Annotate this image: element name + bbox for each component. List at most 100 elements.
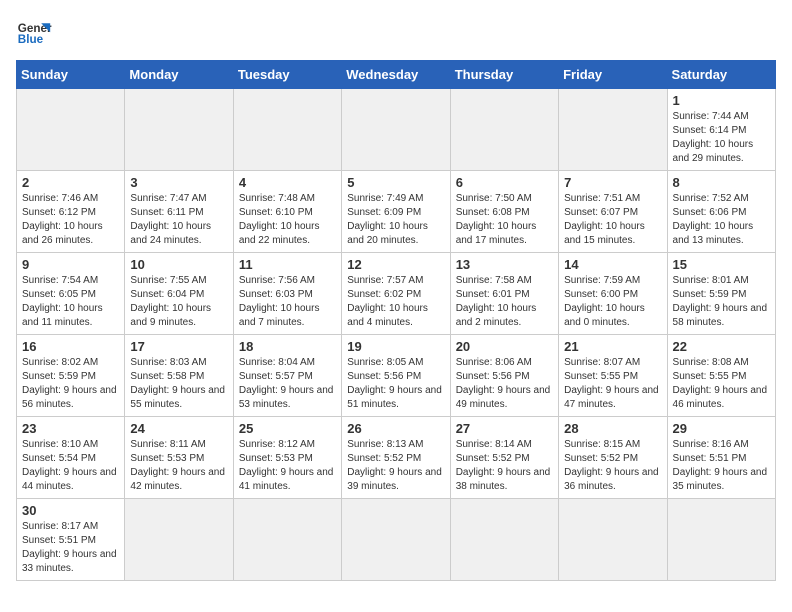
day-info: Sunrise: 7:46 AM Sunset: 6:12 PM Dayligh…	[22, 192, 119, 248]
calendar-cell: 3 Sunrise: 7:47 AM Sunset: 6:11 PM Daylig…	[125, 171, 233, 253]
calendar-cell	[125, 499, 233, 581]
calendar-cell: 22 Sunrise: 8:08 AM Sunset: 5:55 PM Dayli…	[667, 335, 775, 417]
calendar-cell: 30 Sunrise: 8:17 AM Sunset: 5:51 PM Dayli…	[17, 499, 125, 581]
calendar-table: SundayMondayTuesdayWednesdayThursdayFrid…	[16, 60, 776, 581]
day-info: Sunrise: 8:15 AM Sunset: 5:52 PM Dayligh…	[564, 438, 661, 494]
calendar-cell: 5 Sunrise: 7:49 AM Sunset: 6:09 PM Daylig…	[342, 171, 450, 253]
calendar-week-2: 2 Sunrise: 7:46 AM Sunset: 6:12 PM Daylig…	[17, 171, 776, 253]
day-number: 16	[22, 339, 119, 354]
logo: General Blue	[16, 16, 52, 52]
logo-icon: General Blue	[16, 16, 52, 52]
calendar-cell: 29 Sunrise: 8:16 AM Sunset: 5:51 PM Dayli…	[667, 417, 775, 499]
day-info: Sunrise: 8:10 AM Sunset: 5:54 PM Dayligh…	[22, 438, 119, 494]
day-number: 9	[22, 257, 119, 272]
day-number: 14	[564, 257, 661, 272]
calendar-cell: 8Sunrise: 7:52 AM Sunset: 6:06 PM Daylig…	[667, 171, 775, 253]
calendar-cell: 1 Sunrise: 7:44 AM Sunset: 6:14 PM Daylig…	[667, 89, 775, 171]
weekday-header-wednesday: Wednesday	[342, 61, 450, 89]
day-number: 12	[347, 257, 444, 272]
calendar-cell	[233, 89, 341, 171]
calendar-week-4: 16 Sunrise: 8:02 AM Sunset: 5:59 PM Dayli…	[17, 335, 776, 417]
day-info: Sunrise: 7:50 AM Sunset: 6:08 PM Dayligh…	[456, 192, 553, 248]
day-info: Sunrise: 7:57 AM Sunset: 6:02 PM Dayligh…	[347, 274, 444, 330]
day-info: Sunrise: 7:44 AM Sunset: 6:14 PM Dayligh…	[673, 110, 770, 166]
calendar-cell	[559, 89, 667, 171]
calendar-cell: 16 Sunrise: 8:02 AM Sunset: 5:59 PM Dayli…	[17, 335, 125, 417]
day-info: Sunrise: 7:59 AM Sunset: 6:00 PM Dayligh…	[564, 274, 661, 330]
day-number: 28	[564, 421, 661, 436]
day-info: Sunrise: 7:47 AM Sunset: 6:11 PM Dayligh…	[130, 192, 227, 248]
calendar-cell: 7 Sunrise: 7:51 AM Sunset: 6:07 PM Daylig…	[559, 171, 667, 253]
day-info: Sunrise: 8:05 AM Sunset: 5:56 PM Dayligh…	[347, 356, 444, 412]
day-info: Sunrise: 7:51 AM Sunset: 6:07 PM Dayligh…	[564, 192, 661, 248]
day-info: Sunrise: 8:08 AM Sunset: 5:55 PM Dayligh…	[673, 356, 770, 412]
calendar-cell: 12 Sunrise: 7:57 AM Sunset: 6:02 PM Dayli…	[342, 253, 450, 335]
day-number: 2	[22, 175, 119, 190]
calendar-cell: 6 Sunrise: 7:50 AM Sunset: 6:08 PM Daylig…	[450, 171, 558, 253]
calendar-cell: 21Sunrise: 8:07 AM Sunset: 5:55 PM Dayli…	[559, 335, 667, 417]
day-number: 4	[239, 175, 336, 190]
calendar-cell: 24Sunrise: 8:11 AM Sunset: 5:53 PM Dayli…	[125, 417, 233, 499]
day-info: Sunrise: 8:03 AM Sunset: 5:58 PM Dayligh…	[130, 356, 227, 412]
day-number: 30	[22, 503, 119, 518]
day-info: Sunrise: 8:01 AM Sunset: 5:59 PM Dayligh…	[673, 274, 770, 330]
calendar-cell: 14 Sunrise: 7:59 AM Sunset: 6:00 PM Dayli…	[559, 253, 667, 335]
day-info: Sunrise: 7:49 AM Sunset: 6:09 PM Dayligh…	[347, 192, 444, 248]
day-number: 6	[456, 175, 553, 190]
calendar-cell	[450, 89, 558, 171]
calendar-cell: 11Sunrise: 7:56 AM Sunset: 6:03 PM Dayli…	[233, 253, 341, 335]
day-number: 23	[22, 421, 119, 436]
calendar-cell: 19 Sunrise: 8:05 AM Sunset: 5:56 PM Dayli…	[342, 335, 450, 417]
day-number: 18	[239, 339, 336, 354]
day-number: 7	[564, 175, 661, 190]
day-info: Sunrise: 8:12 AM Sunset: 5:53 PM Dayligh…	[239, 438, 336, 494]
day-info: Sunrise: 8:17 AM Sunset: 5:51 PM Dayligh…	[22, 520, 119, 576]
day-info: Sunrise: 8:06 AM Sunset: 5:56 PM Dayligh…	[456, 356, 553, 412]
calendar-cell: 15 Sunrise: 8:01 AM Sunset: 5:59 PM Dayli…	[667, 253, 775, 335]
day-info: Sunrise: 8:04 AM Sunset: 5:57 PM Dayligh…	[239, 356, 336, 412]
day-number: 24	[130, 421, 227, 436]
weekday-header-row: SundayMondayTuesdayWednesdayThursdayFrid…	[17, 61, 776, 89]
day-number: 3	[130, 175, 227, 190]
weekday-header-monday: Monday	[125, 61, 233, 89]
day-number: 5	[347, 175, 444, 190]
calendar-cell	[17, 89, 125, 171]
day-number: 27	[456, 421, 553, 436]
calendar-cell: 9 Sunrise: 7:54 AM Sunset: 6:05 PM Daylig…	[17, 253, 125, 335]
day-number: 13	[456, 257, 553, 272]
day-info: Sunrise: 8:02 AM Sunset: 5:59 PM Dayligh…	[22, 356, 119, 412]
calendar-cell: 13Sunrise: 7:58 AM Sunset: 6:01 PM Dayli…	[450, 253, 558, 335]
day-number: 19	[347, 339, 444, 354]
day-number: 10	[130, 257, 227, 272]
day-info: Sunrise: 7:54 AM Sunset: 6:05 PM Dayligh…	[22, 274, 119, 330]
day-number: 17	[130, 339, 227, 354]
day-number: 22	[673, 339, 770, 354]
header: General Blue	[16, 16, 776, 52]
calendar-cell: 18 Sunrise: 8:04 AM Sunset: 5:57 PM Dayli…	[233, 335, 341, 417]
weekday-header-sunday: Sunday	[17, 61, 125, 89]
calendar-cell: 17 Sunrise: 8:03 AM Sunset: 5:58 PM Dayli…	[125, 335, 233, 417]
day-number: 1	[673, 93, 770, 108]
calendar-week-1: 1 Sunrise: 7:44 AM Sunset: 6:14 PM Daylig…	[17, 89, 776, 171]
day-number: 15	[673, 257, 770, 272]
day-info: Sunrise: 7:48 AM Sunset: 6:10 PM Dayligh…	[239, 192, 336, 248]
day-info: Sunrise: 8:07 AM Sunset: 5:55 PM Dayligh…	[564, 356, 661, 412]
calendar-cell: 4 Sunrise: 7:48 AM Sunset: 6:10 PM Daylig…	[233, 171, 341, 253]
day-info: Sunrise: 8:16 AM Sunset: 5:51 PM Dayligh…	[673, 438, 770, 494]
calendar-cell	[559, 499, 667, 581]
weekday-header-tuesday: Tuesday	[233, 61, 341, 89]
calendar-cell	[342, 499, 450, 581]
day-info: Sunrise: 8:13 AM Sunset: 5:52 PM Dayligh…	[347, 438, 444, 494]
day-number: 25	[239, 421, 336, 436]
calendar-week-5: 23 Sunrise: 8:10 AM Sunset: 5:54 PM Dayli…	[17, 417, 776, 499]
calendar-cell: 28 Sunrise: 8:15 AM Sunset: 5:52 PM Dayli…	[559, 417, 667, 499]
day-number: 29	[673, 421, 770, 436]
calendar-cell: 23 Sunrise: 8:10 AM Sunset: 5:54 PM Dayli…	[17, 417, 125, 499]
weekday-header-saturday: Saturday	[667, 61, 775, 89]
day-info: Sunrise: 7:52 AM Sunset: 6:06 PM Dayligh…	[673, 192, 770, 248]
calendar-cell	[667, 499, 775, 581]
svg-text:Blue: Blue	[18, 33, 44, 46]
calendar-cell	[125, 89, 233, 171]
calendar-cell: 2 Sunrise: 7:46 AM Sunset: 6:12 PM Daylig…	[17, 171, 125, 253]
day-number: 26	[347, 421, 444, 436]
